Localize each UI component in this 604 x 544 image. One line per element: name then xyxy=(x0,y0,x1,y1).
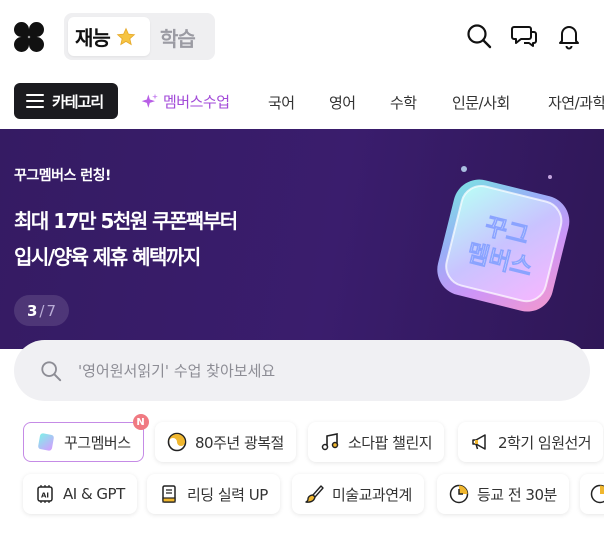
mode-tab-talent[interactable]: 재능 xyxy=(68,17,150,56)
chip-art-curriculum-label: 미술교과연계 xyxy=(332,485,412,504)
chip-members[interactable]: 꾸그멤버스 N xyxy=(23,414,149,462)
clock-icon xyxy=(590,484,604,504)
search-bar[interactable] xyxy=(14,340,590,401)
svg-text:AI: AI xyxy=(41,492,49,500)
clock-icon xyxy=(449,484,469,504)
chip-before-school-30min-label: 등교 전 30분 xyxy=(477,485,557,504)
sparkle-icon xyxy=(141,93,158,108)
mode-tab-talent-label: 재능 xyxy=(75,26,111,50)
nav-item-nature-science[interactable]: 자연/과학 xyxy=(548,92,604,113)
banner-slide-counter: 3 / 7 xyxy=(14,295,69,326)
chip-ai-gpt-label: AI & GPT xyxy=(63,485,125,503)
nav-item-members-class[interactable]: 멤버스수업 xyxy=(140,91,230,112)
nav-item-english[interactable]: 영어 xyxy=(329,92,356,113)
chip-art-curriculum[interactable]: 미술교과연계 xyxy=(292,474,424,514)
banner-counter-current: 3 xyxy=(26,301,38,320)
members-card-icon xyxy=(38,433,54,451)
search-icon[interactable] xyxy=(465,22,493,50)
banner-subtitle: 꾸그멤버스 런칭! xyxy=(14,168,111,184)
mode-toggle: 재능 학습 xyxy=(64,13,215,60)
chip-sodapop-challenge[interactable]: 소다팝 챌린지 xyxy=(308,422,445,462)
nav-item-korean[interactable]: 국어 xyxy=(268,92,295,113)
banner-headline-line2: 입시/양육 제휴 혜택까지 xyxy=(14,245,201,269)
new-badge: N xyxy=(132,414,149,430)
top-header: 재능 학습 xyxy=(0,0,604,72)
chip-reading-up[interactable]: 리딩 실력 UP xyxy=(147,474,280,514)
star-icon xyxy=(116,27,136,45)
chip-class-election[interactable]: 2학기 임원선거 xyxy=(458,422,604,462)
search-input[interactable] xyxy=(78,361,548,380)
chip-reading-up-label: 리딩 실력 UP xyxy=(187,485,268,504)
mode-tab-study[interactable]: 학습 xyxy=(160,23,196,52)
banner-headline-line1: 최대 17만 5천원 쿠폰팩부터 xyxy=(14,209,238,233)
chip-liberation-day[interactable]: 80주년 광복절 xyxy=(155,422,296,462)
chip-ai-gpt[interactable]: AI AI & GPT xyxy=(23,474,137,514)
megaphone-icon xyxy=(472,434,486,450)
paintbrush-icon xyxy=(305,485,324,503)
banner-counter-total: 7 xyxy=(46,301,57,320)
category-menu-label: 카테고리 xyxy=(52,92,104,111)
members-badge-illustration: 꾸그 멤버스 xyxy=(437,166,570,312)
promo-banner[interactable]: 꾸그멤버스 런칭! 최대 17만 5천원 쿠폰팩부터 입시/양육 제휴 혜택까지… xyxy=(0,129,604,349)
hamburger-icon xyxy=(26,94,44,108)
chip-members-label: 꾸그멤버스 xyxy=(64,433,131,452)
chip-before-school-30min[interactable]: 등교 전 30분 xyxy=(437,474,569,514)
taegeuk-icon xyxy=(167,432,187,452)
search-icon xyxy=(41,360,62,381)
category-nav: 카테고리 멤버스수업 국어 영어 수학 인문/사회 자연/과학 xyxy=(0,82,604,122)
bell-icon[interactable] xyxy=(555,22,583,50)
music-note-icon xyxy=(321,433,339,451)
nav-item-math[interactable]: 수학 xyxy=(390,92,417,113)
ai-chip-icon: AI xyxy=(37,485,53,503)
chip-liberation-day-label: 80주년 광복절 xyxy=(195,433,284,452)
nav-item-humanities-social[interactable]: 인문/사회 xyxy=(452,92,510,113)
chip-class-election-label: 2학기 임원선거 xyxy=(498,433,592,452)
nav-item-members-class-label: 멤버스수업 xyxy=(163,93,230,111)
book-icon xyxy=(162,485,176,503)
chip-sodapop-challenge-label: 소다팝 챌린지 xyxy=(348,433,433,452)
banner-counter-separator: / xyxy=(39,301,45,320)
logo-icon[interactable] xyxy=(14,22,44,52)
chat-icon[interactable] xyxy=(510,22,538,50)
chip-partial[interactable] xyxy=(580,474,604,514)
category-menu-button[interactable]: 카테고리 xyxy=(14,83,118,119)
banner-headline: 최대 17만 5천원 쿠폰팩부터 입시/양육 제휴 혜택까지 xyxy=(14,203,238,275)
